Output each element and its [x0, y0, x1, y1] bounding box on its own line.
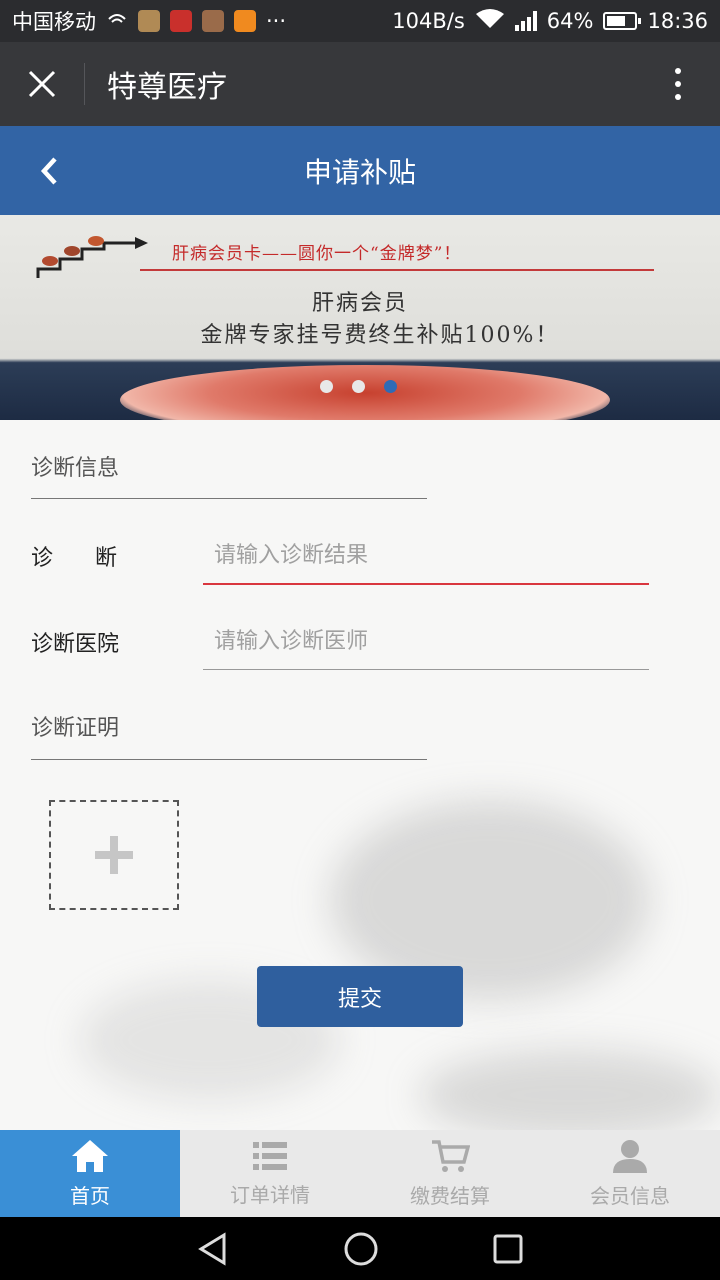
page-header: 申请补贴 [0, 126, 720, 215]
signal-icon [514, 11, 537, 31]
hospital-underline [203, 669, 649, 670]
hospital-label: 诊断医院 [31, 632, 120, 657]
tab-order-details[interactable]: 订单详情 [180, 1130, 360, 1217]
diagnosis-input[interactable] [203, 530, 649, 580]
carousel-dot-active[interactable] [384, 380, 397, 393]
page-title: 申请补贴 [303, 155, 416, 189]
status-bar: 中国移动 ··· 104B/s 64% 18:36 [0, 0, 720, 42]
submit-button[interactable]: 提交 [257, 966, 463, 1027]
battery-percent: 64% [546, 9, 594, 33]
banner-headline: 肝病会员卡——圆你一个“金牌梦”！ [172, 244, 462, 264]
net-speed: 104B/s [392, 9, 465, 33]
close-icon[interactable] [0, 42, 84, 126]
section-divider [31, 759, 427, 760]
cart-icon [432, 1140, 470, 1172]
tab-label: 订单详情 [230, 1183, 310, 1207]
tab-home[interactable]: 首页 [0, 1130, 180, 1217]
carousel-dot[interactable] [320, 380, 333, 393]
tab-label: 会员信息 [590, 1184, 670, 1208]
app-notification-icon [138, 10, 160, 32]
hospital-input[interactable] [203, 616, 649, 666]
banner-line-2: 金牌专家挂号费终生补贴100%！ [200, 323, 560, 348]
circle-home-icon[interactable] [343, 1231, 379, 1267]
carousel-dots [320, 380, 397, 393]
banner-divider [140, 269, 654, 271]
list-icon [253, 1142, 287, 1170]
tab-member-info[interactable]: 会员信息 [540, 1130, 720, 1217]
carousel-dot[interactable] [352, 380, 365, 393]
triangle-back-icon[interactable] [196, 1231, 230, 1266]
wifi-icon [475, 8, 505, 35]
tab-label: 缴费结算 [410, 1184, 490, 1208]
bottom-tab-bar: 首页 订单详情 缴费结算 会员信息 [0, 1130, 720, 1217]
diagnosis-label: 诊 断 [31, 546, 117, 571]
taobao-icon [234, 10, 256, 32]
user-icon [613, 1140, 647, 1173]
title-bar: 特尊医疗 [0, 42, 720, 126]
more-vertical-icon[interactable] [636, 42, 720, 126]
tab-payment[interactable]: 缴费结算 [360, 1130, 540, 1217]
stairs-graphic [36, 236, 148, 278]
ink-wash-background [420, 1050, 720, 1130]
carrier-name: 中国移动 [12, 10, 96, 34]
notification-icon [106, 9, 128, 34]
window-title: 特尊医疗 [107, 70, 227, 105]
section-diagnosis-proof: 诊断证明 [31, 716, 120, 741]
home-icon [72, 1140, 108, 1172]
system-nav-bar [0, 1217, 720, 1280]
section-divider [31, 498, 427, 499]
square-recents-icon[interactable] [492, 1233, 524, 1265]
tab-label: 首页 [70, 1184, 110, 1208]
upload-image-button[interactable] [49, 800, 179, 910]
title-divider [84, 63, 85, 105]
clock: 18:36 [647, 9, 708, 33]
form-area: 诊断信息 诊 断 诊断医院 诊断证明 提交 [0, 420, 720, 1130]
more-notifications-icon: ··· [266, 9, 287, 33]
diagnosis-underline [203, 583, 649, 585]
chevron-left-icon[interactable] [24, 126, 74, 215]
screen: 中国移动 ··· 104B/s 64% 18:36 特尊医疗 申请补贴 肝病会员… [0, 0, 720, 1280]
battery-icon [603, 12, 642, 30]
banner-carousel[interactable]: 肝病会员卡——圆你一个“金牌梦”！ 肝病会员 金牌专家挂号费终生补贴100%！ [0, 215, 720, 420]
app-notification-icon [202, 10, 224, 32]
section-diagnosis-info: 诊断信息 [31, 456, 120, 481]
banner-line-1: 肝病会员 [311, 291, 408, 316]
plus-icon [95, 836, 133, 874]
app-notification-icon [170, 10, 192, 32]
